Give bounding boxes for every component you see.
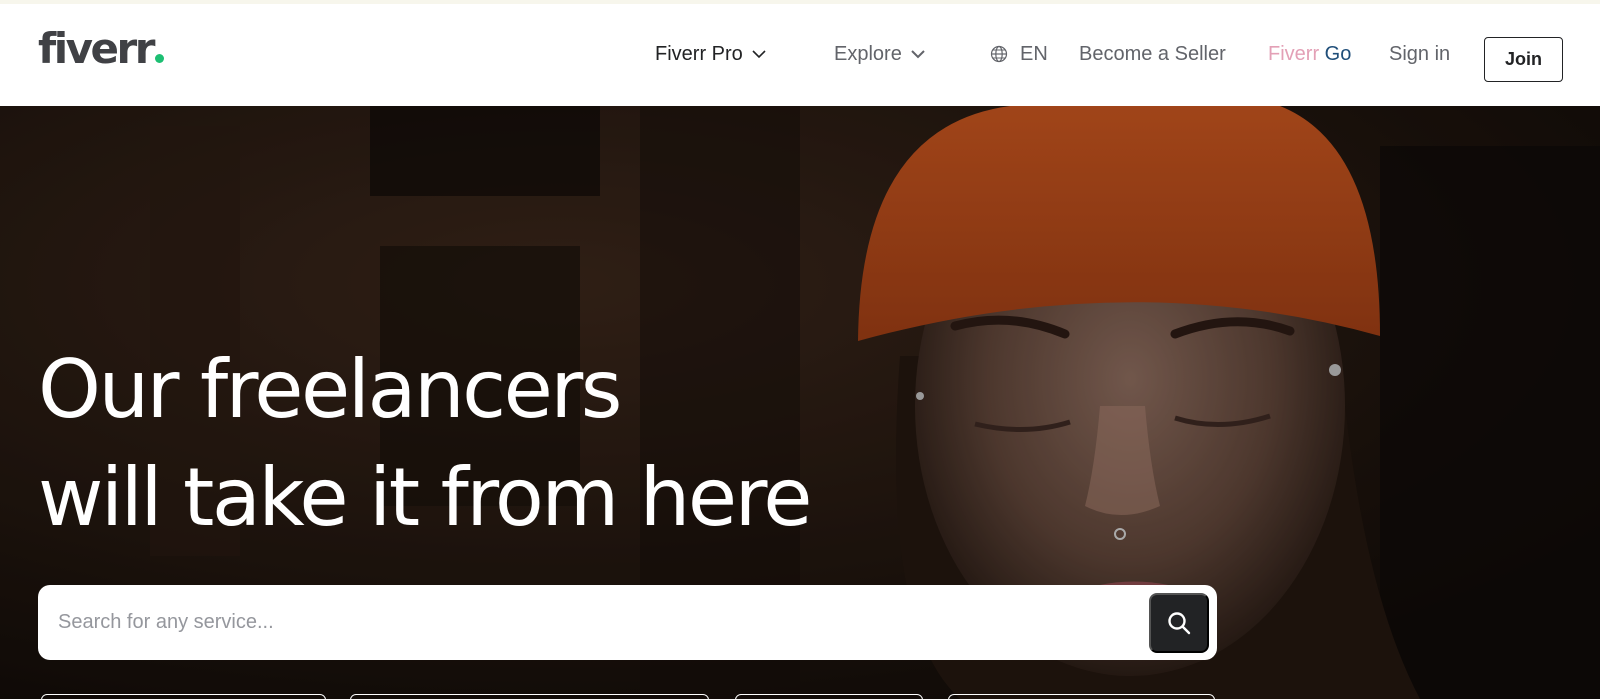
nav-language[interactable]: EN xyxy=(990,40,1048,68)
fiverr-go-first-word: Fiverr xyxy=(1268,43,1320,65)
fiverr-logo[interactable]: fiverr xyxy=(38,28,164,70)
hero-headline-line-1: Our freelancers xyxy=(38,343,622,436)
search-icon xyxy=(1168,612,1191,635)
hero-section: Our freelancers will take it from here xyxy=(0,106,1600,699)
popular-service-chip[interactable] xyxy=(350,694,709,699)
nav-sign-in[interactable]: Sign in xyxy=(1389,40,1450,68)
fiverr-go-second-word: Go xyxy=(1324,43,1352,65)
nav-fiverr-go[interactable]: Fiverr Go xyxy=(1268,40,1351,68)
join-button[interactable]: Join xyxy=(1484,37,1563,82)
search-button[interactable] xyxy=(1149,593,1209,653)
search-bar xyxy=(38,585,1217,660)
logo-text: fiverr xyxy=(38,24,155,73)
globe-icon xyxy=(990,45,1008,63)
popular-service-chip[interactable] xyxy=(735,694,923,699)
nav-fiverr-pro[interactable]: Fiverr Pro xyxy=(655,40,766,68)
popular-service-chip[interactable] xyxy=(948,694,1215,699)
nav-fiverr-pro-label: Fiverr Pro xyxy=(655,43,743,65)
nav-language-label: EN xyxy=(1020,43,1048,65)
nav-explore-label: Explore xyxy=(834,43,902,65)
hero-headline-line-2: will take it from here xyxy=(38,451,812,544)
hero-headline: Our freelancers will take it from here xyxy=(38,336,812,552)
logo-dot xyxy=(154,54,164,63)
chevron-down-icon xyxy=(752,50,766,59)
nav-explore[interactable]: Explore xyxy=(834,40,925,68)
popular-service-chip[interactable] xyxy=(41,694,326,699)
chevron-down-icon xyxy=(911,50,925,59)
navbar: fiverr Fiverr Pro Explore EN Become a Se… xyxy=(0,4,1600,106)
nav-become-seller[interactable]: Become a Seller xyxy=(1079,40,1226,68)
search-input[interactable] xyxy=(58,585,1158,660)
